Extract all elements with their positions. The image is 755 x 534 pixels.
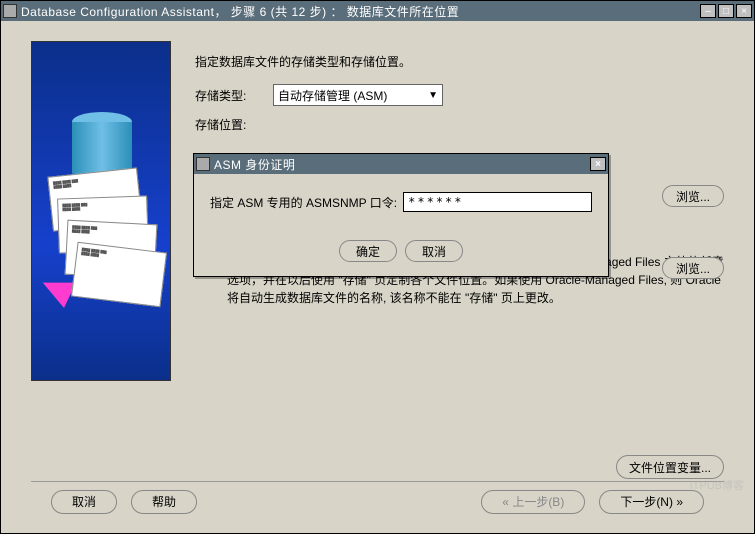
page-heading: 指定数据库文件的存储类型和存储位置。 (195, 53, 724, 70)
chevron-down-icon: ▼ (428, 90, 438, 101)
help-button[interactable]: 帮助 (131, 490, 197, 514)
storage-type-select[interactable]: 自动存储管理 (ASM) ▼ (273, 84, 443, 106)
maximize-button[interactable]: □ (718, 4, 734, 18)
back-button[interactable]: « 上一步(B) (481, 490, 585, 514)
app-icon (3, 4, 17, 18)
minimize-button[interactable]: – (700, 4, 716, 18)
next-button[interactable]: 下一步(N) » (599, 490, 704, 514)
close-button[interactable]: × (736, 4, 752, 18)
dialog-title: ASM 身份证明 (214, 156, 590, 173)
asm-credentials-dialog: ASM 身份证明 × 指定 ASM 专用的 ASMSNMP 口令: 确定 取消 (193, 153, 609, 277)
main-window: Database Configuration Assistant， 步骤 6 (… (0, 0, 755, 534)
dialog-titlebar: ASM 身份证明 × (194, 154, 608, 174)
content-area: ████ ████ ███████ ████ ████ ████ ███████… (1, 21, 754, 533)
titlebar: Database Configuration Assistant， 步骤 6 (… (1, 1, 754, 21)
storage-type-label: 存储类型: (195, 87, 273, 104)
storage-type-value: 自动存储管理 (ASM) (278, 87, 387, 104)
watermark: ITPUB博客 (690, 477, 744, 493)
dialog-ok-button[interactable]: 确定 (339, 240, 397, 262)
dialog-icon (196, 157, 210, 171)
asm-password-input[interactable] (403, 192, 592, 212)
footer: 取消 帮助 « 上一步(B) 下一步(N) » (31, 481, 724, 521)
file-variables-button[interactable]: 文件位置变量... (616, 455, 724, 479)
illustration-panel: ████ ████ ███████ ████ ████ ████ ███████… (31, 41, 171, 381)
browse-button-1[interactable]: 浏览... (662, 185, 724, 207)
asm-password-label: 指定 ASM 专用的 ASMSNMP 口令: (210, 194, 397, 211)
dialog-cancel-button[interactable]: 取消 (405, 240, 463, 262)
storage-location-label: 存储位置: (195, 116, 273, 133)
browse-button-2[interactable]: 浏览... (662, 257, 724, 279)
cancel-button[interactable]: 取消 (51, 490, 117, 514)
dialog-close-button[interactable]: × (590, 157, 606, 171)
window-title: Database Configuration Assistant， 步骤 6 (… (21, 3, 700, 20)
